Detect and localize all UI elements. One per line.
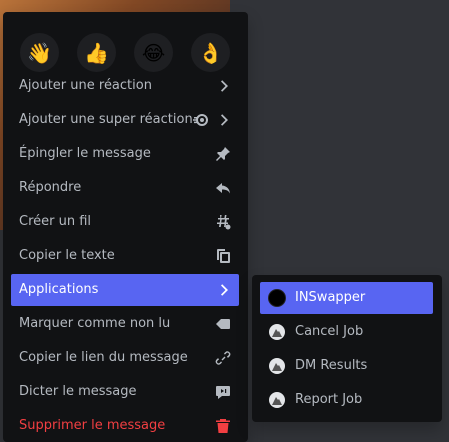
- speak-message-icon: [216, 386, 230, 399]
- chevron-right-icon: [221, 80, 228, 92]
- app-item-dm-results[interactable]: DM Results: [260, 350, 433, 382]
- thumbs-up-icon: 👍: [84, 40, 109, 65]
- menu-item-delete-message[interactable]: Supprimer le message: [11, 410, 239, 442]
- reaction-ok-hand-button[interactable]: 👌: [191, 33, 230, 72]
- waving-hand-icon: 👋: [27, 40, 52, 65]
- menu-item-pin-message[interactable]: Épingler le message: [11, 138, 239, 170]
- menu-item-label: Épingler le message: [19, 146, 151, 161]
- applications-submenu: INSwapper Cancel Job DM Results Report J…: [252, 275, 442, 422]
- menu-item-add-reaction[interactable]: Ajouter une réaction: [11, 70, 239, 102]
- menu-item-label: Applications: [19, 282, 99, 297]
- quick-reactions: 👋 👍 😂 👌: [20, 33, 230, 72]
- super-reaction-icon: [193, 114, 208, 126]
- menu-item-label: Ajouter une réaction: [19, 78, 152, 93]
- chevron-right-icon: [221, 114, 228, 126]
- menu-item-applications[interactable]: Applications: [11, 274, 239, 306]
- reply-icon: [216, 183, 230, 194]
- app-item-inswapper[interactable]: INSwapper: [260, 282, 433, 314]
- bot-app-icon: [269, 358, 285, 374]
- copy-icon: [217, 249, 230, 263]
- reaction-thumbs-up-button[interactable]: 👍: [77, 33, 116, 72]
- menu-item-label: Créer un fil: [19, 214, 92, 229]
- link-icon: [215, 351, 231, 365]
- menu-item-create-thread[interactable]: Créer un fil: [11, 206, 239, 238]
- menu-item-label: Ajouter une super réaction: [19, 112, 193, 127]
- app-item-cancel-job[interactable]: Cancel Job: [260, 316, 433, 348]
- app-item-report-job[interactable]: Report Job: [260, 384, 433, 416]
- menu-item-copy-message-link[interactable]: Copier le lien du message: [11, 342, 239, 374]
- menu-item-label: Marquer comme non lu: [19, 316, 171, 331]
- app-item-label: Report Job: [295, 392, 363, 407]
- menu-item-add-super-reaction[interactable]: Ajouter une super réaction: [11, 104, 239, 136]
- chevron-right-icon: [221, 284, 228, 296]
- menu-item-speak-message[interactable]: Dicter le message: [11, 376, 239, 408]
- pin-icon: [216, 147, 230, 161]
- menu-item-copy-text[interactable]: Copier le texte: [11, 240, 239, 272]
- menu-item-label: Dicter le message: [19, 384, 137, 399]
- reaction-waving-hand-button[interactable]: 👋: [20, 33, 59, 72]
- bot-app-icon: [269, 324, 285, 340]
- app-item-label: INSwapper: [295, 290, 366, 305]
- trash-icon: [216, 419, 230, 433]
- bot-app-icon: [269, 392, 285, 408]
- tears-of-joy-icon: 😂: [141, 40, 166, 65]
- menu-item-label: Répondre: [19, 180, 82, 195]
- app-item-label: Cancel Job: [295, 324, 364, 339]
- inswapper-app-icon: [269, 290, 285, 306]
- app-item-label: DM Results: [295, 358, 368, 373]
- menu-item-mark-unread[interactable]: Marquer comme non lu: [11, 308, 239, 340]
- reaction-tears-of-joy-button[interactable]: 😂: [134, 33, 173, 72]
- mark-unread-icon: [216, 319, 230, 329]
- ok-hand-icon: 👌: [198, 40, 223, 65]
- menu-item-label: Supprimer le message: [19, 418, 166, 433]
- thread-icon: [217, 215, 231, 230]
- menu-item-label: Copier le texte: [19, 248, 115, 263]
- menu-item-reply[interactable]: Répondre: [11, 172, 239, 204]
- menu-item-label: Copier le lien du message: [19, 350, 188, 365]
